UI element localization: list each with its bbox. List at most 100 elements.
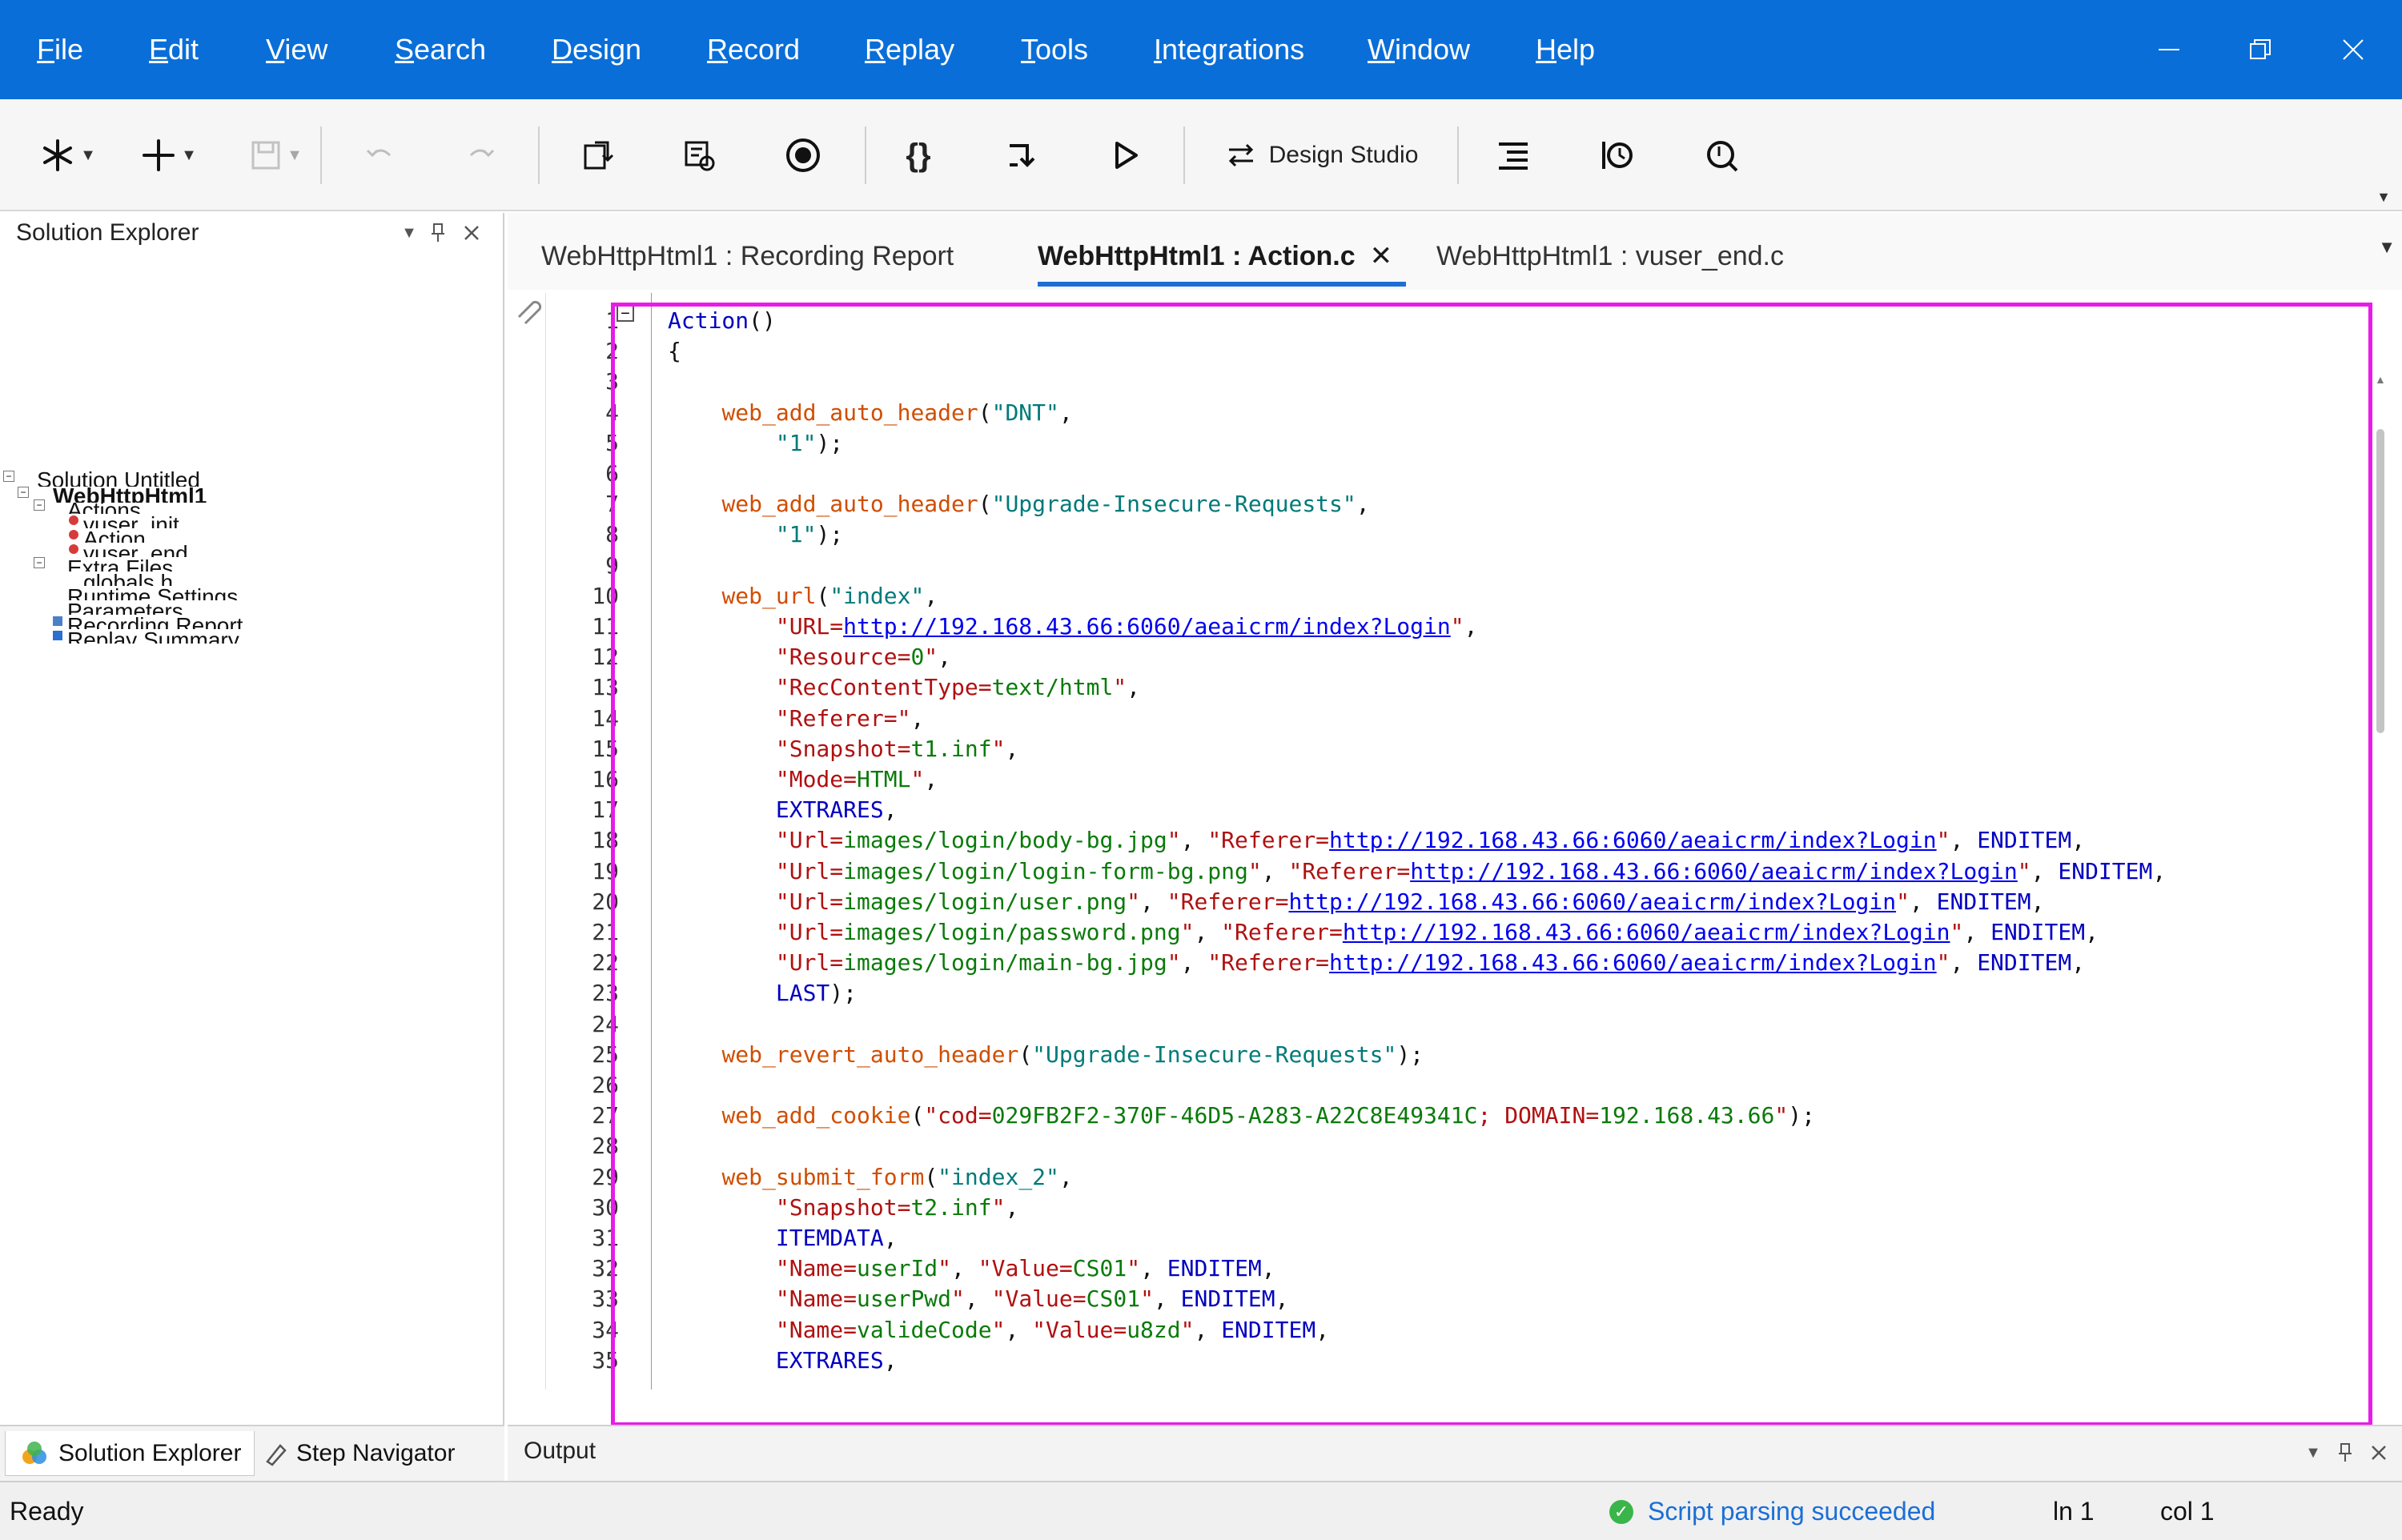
code-line[interactable]: ITEMDATA,: [668, 1225, 898, 1251]
code-line[interactable]: "Name=valideCode", "Value=u8zd", ENDITEM…: [668, 1317, 1329, 1343]
tree-item-recording-report[interactable]: Recording Report: [67, 615, 243, 629]
status-line: ln 1: [2053, 1497, 2095, 1526]
tree-expander[interactable]: −: [3, 471, 14, 482]
tree-item-runtime-settings[interactable]: Runtime Settings: [67, 586, 238, 600]
code-line[interactable]: "Name=userPwd", "Value=CS01", ENDITEM,: [668, 1285, 1289, 1312]
tree-expander[interactable]: −: [34, 557, 45, 568]
output-pin-button[interactable]: [2330, 1438, 2360, 1468]
save-button[interactable]: ▼: [240, 115, 312, 195]
tree-item-extra-files[interactable]: Extra Files: [67, 557, 173, 571]
vertical-scroll-thumb[interactable]: [2376, 429, 2384, 733]
menu-edit[interactable]: Edit: [149, 0, 199, 99]
code-line[interactable]: "Url=images/login/login-form-bg.png", "R…: [668, 858, 2166, 884]
menu-design[interactable]: Design: [552, 0, 641, 99]
tree-item-actions[interactable]: Actions: [67, 499, 141, 514]
menu-integrations[interactable]: Integrations: [1154, 0, 1304, 99]
add-button[interactable]: ▼: [133, 115, 205, 195]
replay-summary-button[interactable]: [1589, 115, 1645, 195]
code-view-button[interactable]: {}: [890, 115, 946, 195]
tab-list-dropdown-icon[interactable]: ▼: [2378, 237, 2396, 258]
code-line[interactable]: "RecContentType=text/html",: [668, 674, 1140, 700]
code-line[interactable]: web_add_auto_header("DNT",: [668, 399, 1072, 426]
code-line[interactable]: "Url=images/login/main-bg.jpg", "Referer…: [668, 949, 2085, 976]
code-line[interactable]: "Url=images/login/user.png", "Referer=ht…: [668, 888, 2045, 915]
code-line[interactable]: "1");: [668, 430, 843, 456]
code-editor[interactable]: 1 2 3 4 5 6 7 8 9 10 11 12 13 14 15 16 17 18 19 20 21 22 23 24 2…: [508, 293, 2402, 1481]
undo-icon: [366, 149, 392, 158]
tree-expander[interactable]: −: [18, 487, 29, 498]
menu-tools[interactable]: Tools: [1021, 0, 1088, 99]
code-line[interactable]: web_submit_form("index_2",: [668, 1164, 1072, 1190]
menu-replay[interactable]: Replay: [865, 0, 954, 99]
record-button[interactable]: [775, 115, 831, 195]
code-line[interactable]: "Mode=HTML",: [668, 766, 938, 792]
panel-menu-button[interactable]: ▼: [394, 218, 424, 248]
close-button[interactable]: [2309, 0, 2397, 99]
tree-item-label: Replay Summary: [67, 629, 239, 644]
code-line[interactable]: Action(): [668, 307, 776, 334]
code-line[interactable]: web_url("index",: [668, 583, 938, 609]
vertical-scrollbar[interactable]: ▲ ▼: [2373, 373, 2389, 1446]
code-line[interactable]: web_add_auto_header("Upgrade-Insecure-Re…: [668, 491, 1369, 517]
code-line[interactable]: EXTRARES,: [668, 1347, 898, 1374]
tree-item-vuser-init[interactable]: vuser_init: [83, 514, 179, 528]
code-line[interactable]: "1");: [668, 521, 843, 547]
tab-label: Step Navigator: [296, 1440, 456, 1466]
pin-button[interactable]: [423, 218, 453, 248]
menu-file[interactable]: File: [37, 0, 83, 99]
minimize-button[interactable]: [2125, 0, 2213, 99]
bookmark-gutter[interactable]: [508, 293, 546, 1390]
recording-options-button[interactable]: [671, 115, 727, 195]
code-line[interactable]: "Url=images/login/body-bg.jpg", "Referer…: [668, 827, 2085, 853]
menu-view[interactable]: View: [266, 0, 327, 99]
tree-item-replay-summary[interactable]: Replay Summary: [67, 629, 239, 644]
tab-recording-report[interactable]: WebHttpHtml1 : Recording Report: [541, 232, 954, 280]
code-line[interactable]: LAST);: [668, 980, 857, 1006]
code-line[interactable]: "Url=images/login/password.png", "Refere…: [668, 919, 2099, 945]
tree-item-vuser-end[interactable]: vuser_end: [83, 543, 188, 557]
line-number: 26: [592, 1072, 619, 1098]
undo-button[interactable]: [352, 115, 408, 195]
code-line[interactable]: EXTRARES,: [668, 796, 898, 823]
menu-record[interactable]: Record: [707, 0, 800, 99]
toolbar-overflow-icon[interactable]: ▼: [2376, 189, 2391, 206]
menu-window[interactable]: Window: [1368, 0, 1470, 99]
tree-item-action[interactable]: Action: [83, 528, 146, 543]
redo-button[interactable]: [452, 115, 508, 195]
code-line[interactable]: "Snapshot=t1.inf",: [668, 736, 1018, 762]
tree-item-globals[interactable]: globals.h: [83, 571, 173, 586]
design-studio-button[interactable]: Design Studio: [1217, 115, 1425, 195]
tab-action-c[interactable]: WebHttpHtml1 : Action.c ✕: [1038, 232, 1392, 280]
regenerate-script-button[interactable]: [568, 115, 625, 195]
code-line[interactable]: "Snapshot=t2.inf",: [668, 1194, 1018, 1221]
code-content[interactable]: Action() { web_add_auto_header("DNT", "1"…: [668, 293, 2381, 1390]
new-solution-button[interactable]: ▼: [32, 115, 104, 195]
tree-item-parameters[interactable]: Parameters: [67, 600, 183, 615]
code-line[interactable]: {: [668, 338, 681, 364]
code-line[interactable]: "Name=userId", "Value=CS01", ENDITEM,: [668, 1255, 1275, 1281]
code-line[interactable]: web_revert_auto_header("Upgrade-Insecure…: [668, 1041, 1424, 1068]
run-button[interactable]: [1097, 115, 1153, 195]
fold-toggle[interactable]: −: [617, 304, 634, 322]
runtime-viewer-button[interactable]: [1693, 115, 1749, 195]
line-number: 11: [592, 613, 619, 640]
insert-step-button[interactable]: [993, 115, 1049, 195]
tab-step-navigator[interactable]: Step Navigator: [250, 1431, 468, 1476]
restore-button[interactable]: [2216, 0, 2304, 99]
code-line[interactable]: "Resource=0",: [668, 644, 951, 670]
output-menu-button[interactable]: ▼: [2298, 1438, 2328, 1468]
tree-item-solution[interactable]: Solution Untitled: [37, 469, 200, 487]
panel-close-button[interactable]: [456, 218, 487, 248]
tree-expander[interactable]: −: [34, 499, 45, 511]
output-close-button[interactable]: [2364, 1438, 2394, 1468]
menu-search[interactable]: Search: [395, 0, 486, 99]
tab-vuser-end-c[interactable]: WebHttpHtml1 : vuser_end.c: [1436, 232, 1784, 280]
code-line[interactable]: web_add_cookie("cod=029FB2F2-370F-46D5-A…: [668, 1102, 1815, 1129]
code-line[interactable]: "Referer=",: [668, 705, 924, 732]
code-line[interactable]: "URL=http://192.168.43.66:6060/aeaicrm/i…: [668, 613, 1478, 640]
scroll-up-icon[interactable]: ▲: [2375, 373, 2386, 386]
show-steps-button[interactable]: [1485, 115, 1541, 195]
tab-close-icon[interactable]: ✕: [1370, 240, 1393, 272]
tab-solution-explorer[interactable]: Solution Explorer: [5, 1431, 255, 1476]
menu-help[interactable]: Help: [1536, 0, 1595, 99]
